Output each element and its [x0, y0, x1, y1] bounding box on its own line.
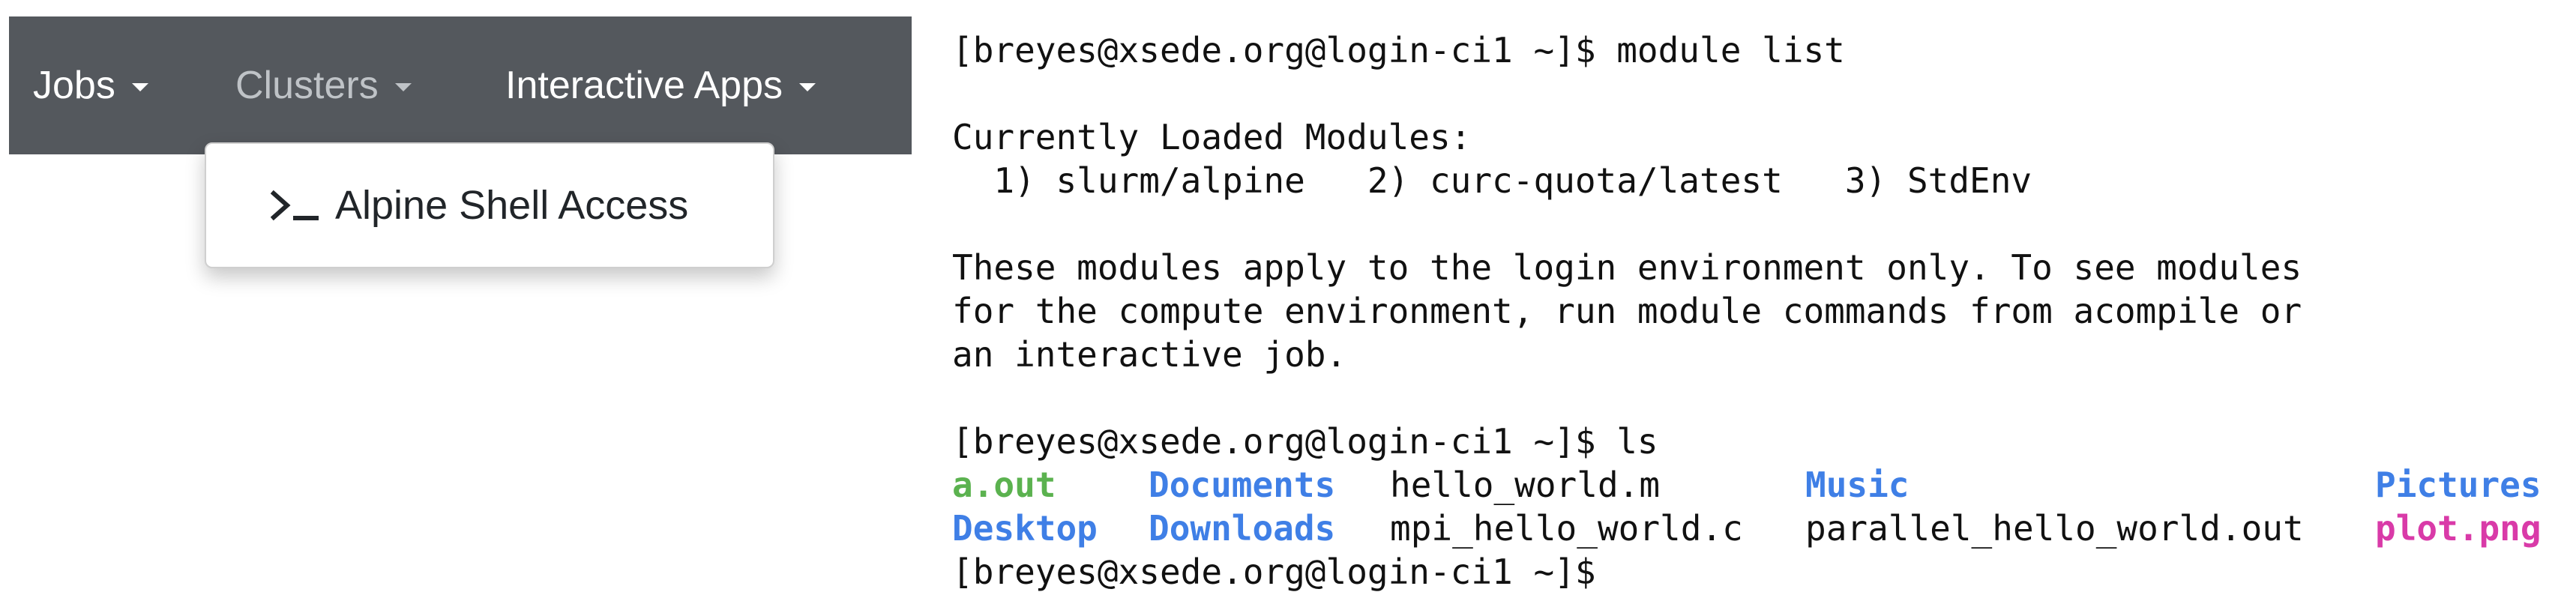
- ls-entry-file: hello_world.m: [1390, 465, 1661, 505]
- terminal-line: for the compute environment, run module …: [952, 291, 2302, 331]
- terminal-line: [breyes@xsede.org@login-ci1 ~]$ module l…: [952, 30, 1845, 70]
- ls-entry-image: plot.png: [2375, 508, 2542, 549]
- terminal-line: Currently Loaded Modules:: [952, 117, 1472, 157]
- ls-entry-file: parallel_hello_world.out: [1805, 508, 2304, 549]
- nav-jobs-label: Jobs: [33, 64, 115, 107]
- nav-clusters[interactable]: Clusters: [235, 16, 412, 154]
- ls-entry-directory: Music: [1805, 465, 1910, 505]
- nav-interactive-apps[interactable]: Interactive Apps: [505, 16, 816, 154]
- ls-entry-file: mpi_hello_world.c: [1390, 508, 1743, 549]
- ls-entry-directory: Documents: [1149, 465, 1336, 505]
- nav-clusters-label: Clusters: [235, 64, 379, 107]
- terminal-output[interactable]: [breyes@xsede.org@login-ci1 ~]$ module l…: [952, 28, 2576, 598]
- terminal-line: [breyes@xsede.org@login-ci1 ~]$ ls: [952, 421, 1658, 462]
- clusters-dropdown-menu: Alpine Shell Access: [205, 142, 774, 268]
- prompt-text: [breyes@xsede.org@login-ci1 ~]$: [952, 552, 1617, 592]
- terminal-line: an interactive job.: [952, 334, 1347, 375]
- terminal-line: These modules apply to the login environ…: [952, 247, 2302, 288]
- dropdown-item-alpine-shell[interactable]: Alpine Shell Access: [271, 144, 688, 267]
- nav-interactive-apps-label: Interactive Apps: [505, 64, 783, 107]
- cursor: [1616, 557, 1636, 593]
- ls-entry-directory: Pictures: [2375, 465, 2542, 505]
- ls-entry-directory: Desktop: [952, 508, 1098, 549]
- caret-down-icon: [131, 82, 148, 91]
- caret-down-icon: [394, 82, 412, 91]
- navbar: Jobs Clusters Interactive Apps: [9, 16, 912, 154]
- terminal-line: 1) slurm/alpine 2) curc-quota/latest 3) …: [952, 160, 2032, 201]
- terminal-icon: [271, 189, 320, 222]
- dropdown-item-label: Alpine Shell Access: [335, 183, 689, 228]
- caret-down-icon: [799, 82, 816, 91]
- ls-entry-executable: a.out: [952, 465, 1056, 505]
- terminal-prompt[interactable]: [breyes@xsede.org@login-ci1 ~]$: [952, 550, 1636, 594]
- nav-jobs[interactable]: Jobs: [33, 16, 148, 154]
- ls-entry-directory: Downloads: [1149, 508, 1336, 549]
